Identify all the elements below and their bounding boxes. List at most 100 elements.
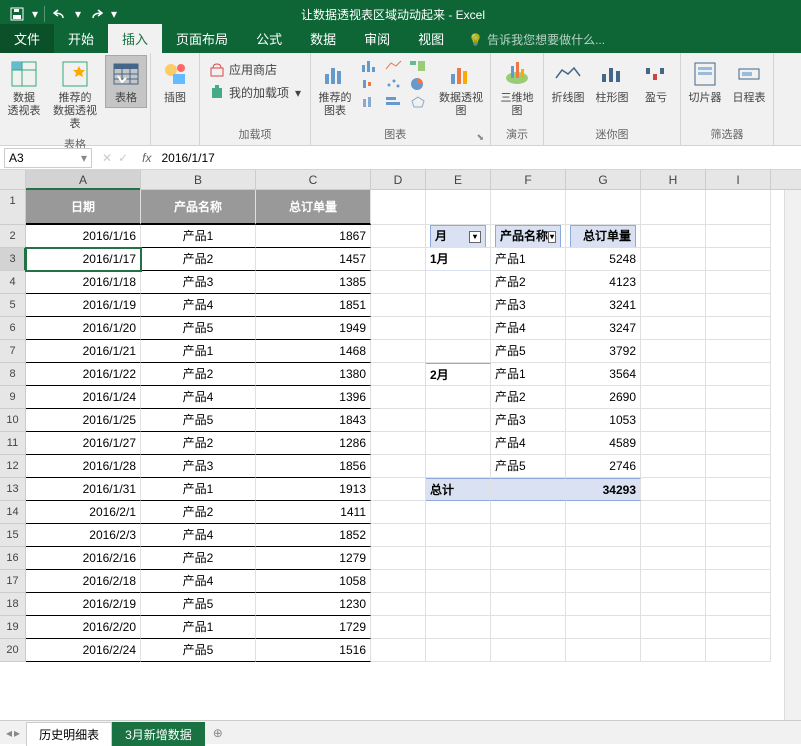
cell[interactable] <box>706 225 771 248</box>
pivot-header[interactable]: 总订单量 <box>566 225 641 248</box>
chart-gallery[interactable] <box>358 55 433 115</box>
cell-product[interactable]: 产品1 <box>141 340 256 363</box>
statistic-chart-icon[interactable] <box>360 95 382 111</box>
column-header[interactable]: D <box>371 170 426 189</box>
tab-layout[interactable]: 页面布局 <box>162 24 242 53</box>
cell[interactable] <box>426 547 491 570</box>
row-header[interactable]: 2 <box>0 225 26 248</box>
cell-qty[interactable]: 1516 <box>256 639 371 662</box>
cell[interactable] <box>641 294 706 317</box>
cell[interactable] <box>426 524 491 547</box>
cell-qty[interactable]: 1058 <box>256 570 371 593</box>
cell[interactable] <box>641 616 706 639</box>
row-header[interactable]: 6 <box>0 317 26 340</box>
cell-qty[interactable]: 1852 <box>256 524 371 547</box>
cell[interactable] <box>706 455 771 478</box>
cell[interactable] <box>641 225 706 248</box>
table-button[interactable]: 表格 <box>105 55 147 108</box>
column-chart-icon[interactable] <box>360 59 382 75</box>
pivot-product[interactable]: 产品5 <box>491 340 566 363</box>
cell-qty[interactable]: 1286 <box>256 432 371 455</box>
vertical-scrollbar[interactable] <box>784 190 801 720</box>
cell-product[interactable]: 产品3 <box>141 455 256 478</box>
cell[interactable] <box>706 190 771 225</box>
pivot-month[interactable] <box>426 432 491 455</box>
cell[interactable] <box>706 294 771 317</box>
qat-dropdown-icon[interactable]: ▾ <box>30 3 40 25</box>
pie-chart-icon[interactable] <box>408 77 430 93</box>
cell-qty[interactable]: 1949 <box>256 317 371 340</box>
cell[interactable] <box>641 386 706 409</box>
row-header[interactable]: 9 <box>0 386 26 409</box>
row-header[interactable]: 3 <box>0 248 26 271</box>
cell-date[interactable]: 2016/1/19 <box>26 294 141 317</box>
cell-product[interactable]: 产品1 <box>141 616 256 639</box>
row-header[interactable]: 14 <box>0 501 26 524</box>
cell[interactable] <box>371 340 426 363</box>
pivot-product[interactable]: 产品2 <box>491 271 566 294</box>
cell-qty[interactable]: 1843 <box>256 409 371 432</box>
pivot-value[interactable]: 4123 <box>566 271 641 294</box>
header-qty[interactable]: 总订单量 <box>256 190 371 225</box>
column-header[interactable]: E <box>426 170 491 189</box>
3d-map-button[interactable]: 三维地 图 <box>494 55 540 121</box>
cell[interactable] <box>641 317 706 340</box>
cell-date[interactable]: 2016/1/24 <box>26 386 141 409</box>
cell-date[interactable]: 2016/2/16 <box>26 547 141 570</box>
pivot-total-value[interactable]: 34293 <box>566 478 641 501</box>
pivot-value[interactable]: 5248 <box>566 248 641 271</box>
pivot-product[interactable]: 产品3 <box>491 409 566 432</box>
illustrations-button[interactable]: 插图 <box>154 55 196 108</box>
cell[interactable] <box>491 639 566 662</box>
cell-product[interactable]: 产品1 <box>141 225 256 248</box>
scatter-chart-icon[interactable] <box>384 77 406 93</box>
cell-qty[interactable]: 1380 <box>256 363 371 386</box>
cell-qty[interactable]: 1396 <box>256 386 371 409</box>
pivot-total-label[interactable]: 总计 <box>426 478 491 501</box>
pivot-month[interactable] <box>426 409 491 432</box>
cell-date[interactable]: 2016/1/16 <box>26 225 141 248</box>
row-header[interactable]: 1 <box>0 190 26 225</box>
cell-date[interactable]: 2016/1/22 <box>26 363 141 386</box>
cell[interactable] <box>491 478 566 501</box>
cell-product[interactable]: 产品4 <box>141 386 256 409</box>
cell[interactable] <box>706 501 771 524</box>
pivot-month[interactable] <box>426 317 491 340</box>
row-header[interactable]: 17 <box>0 570 26 593</box>
cell[interactable] <box>371 524 426 547</box>
cell-product[interactable]: 产品2 <box>141 432 256 455</box>
cell-qty[interactable]: 1729 <box>256 616 371 639</box>
cell-date[interactable]: 2016/1/20 <box>26 317 141 340</box>
cell[interactable] <box>566 524 641 547</box>
recommended-charts-button[interactable]: 推荐的 图表 <box>314 55 356 121</box>
cell-qty[interactable]: 1385 <box>256 271 371 294</box>
pivot-value[interactable]: 3792 <box>566 340 641 363</box>
cell[interactable] <box>706 363 771 386</box>
row-header[interactable]: 15 <box>0 524 26 547</box>
cell[interactable] <box>371 294 426 317</box>
save-icon[interactable] <box>6 3 28 25</box>
cell-product[interactable]: 产品4 <box>141 294 256 317</box>
cell-date[interactable]: 2016/2/20 <box>26 616 141 639</box>
bar-chart-icon[interactable] <box>384 95 406 111</box>
cell[interactable] <box>491 190 566 225</box>
cell[interactable] <box>706 340 771 363</box>
header-product[interactable]: 产品名称 <box>141 190 256 225</box>
cell-qty[interactable]: 1851 <box>256 294 371 317</box>
column-header[interactable]: F <box>491 170 566 189</box>
tab-review[interactable]: 审阅 <box>350 24 404 53</box>
tab-data[interactable]: 数据 <box>296 24 350 53</box>
row-header[interactable]: 11 <box>0 432 26 455</box>
charts-dialog-launcher[interactable]: ⬊ <box>477 132 488 145</box>
cell[interactable] <box>641 271 706 294</box>
cell-date[interactable]: 2016/2/18 <box>26 570 141 593</box>
sheet-tab-march[interactable]: 3月新增数据 <box>112 722 205 746</box>
cell[interactable] <box>426 501 491 524</box>
cell[interactable] <box>371 570 426 593</box>
pivot-product[interactable]: 产品1 <box>491 363 566 386</box>
pivot-value[interactable]: 2746 <box>566 455 641 478</box>
cell-product[interactable]: 产品5 <box>141 317 256 340</box>
cell[interactable] <box>706 271 771 294</box>
pivot-month[interactable] <box>426 294 491 317</box>
sparkline-line-button[interactable]: 折线图 <box>547 55 589 108</box>
